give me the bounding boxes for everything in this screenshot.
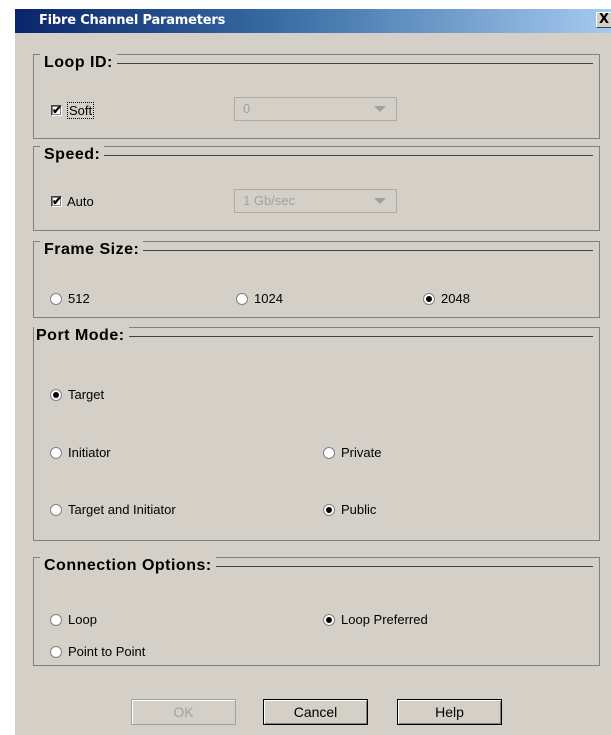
connection-options-legend: Connection Options: xyxy=(40,557,216,575)
check-mark-icon: ✔ xyxy=(52,103,63,117)
soft-checkbox[interactable]: ✔ xyxy=(51,103,63,117)
speed-select-value: 1 Gb/sec xyxy=(243,193,296,208)
radio-unselected-icon[interactable] xyxy=(50,645,62,658)
loop-id-legend: Loop ID: xyxy=(40,54,117,72)
title-bar[interactable]: Fibre Channel Parameters X xyxy=(15,9,611,33)
public-label: Public xyxy=(341,502,377,517)
frame-size-512-label: 512 xyxy=(68,291,90,306)
port-mode-initiator-radio[interactable]: Initiator xyxy=(50,445,111,460)
radio-selected-icon[interactable] xyxy=(423,292,435,305)
group-border xyxy=(40,155,593,156)
help-button[interactable]: Help xyxy=(397,699,502,725)
point-to-point-label: Point to Point xyxy=(68,644,146,659)
target-and-initiator-label: Target and Initiator xyxy=(68,502,176,517)
radio-selected-icon[interactable] xyxy=(50,388,62,401)
radio-dot xyxy=(326,616,332,623)
chevron-down-icon xyxy=(374,106,386,112)
radio-selected-icon[interactable] xyxy=(323,613,335,626)
dialog-window: Fibre Channel Parameters X Loop ID: ✔ So… xyxy=(14,8,611,735)
radio-selected-icon[interactable] xyxy=(323,503,335,516)
radio-unselected-icon[interactable] xyxy=(323,446,335,459)
radio-dot xyxy=(326,506,332,513)
loop-id-select[interactable]: 0 xyxy=(234,97,397,121)
connection-loop-radio[interactable]: Loop xyxy=(50,612,97,627)
connection-point-to-point-radio[interactable]: Point to Point xyxy=(50,644,145,659)
frame-size-group: Frame Size: 512 1024 2048 xyxy=(33,241,600,318)
port-mode-legend: Port Mode: xyxy=(34,327,129,345)
radio-dot xyxy=(53,391,59,398)
radio-unselected-icon[interactable] xyxy=(50,446,62,459)
radio-dot xyxy=(426,295,432,302)
radio-unselected-icon[interactable] xyxy=(50,503,62,516)
auto-checkbox[interactable]: ✔ xyxy=(51,194,63,208)
loop-id-select-value: 0 xyxy=(243,101,251,116)
frame-size-1024-label: 1024 xyxy=(254,291,283,306)
auto-checkbox-row[interactable]: ✔ Auto xyxy=(51,194,94,209)
chevron-down-icon xyxy=(374,198,386,204)
group-border xyxy=(40,63,593,64)
radio-unselected-icon[interactable] xyxy=(50,292,62,305)
speed-legend: Speed: xyxy=(40,146,105,164)
connection-options-group: Connection Options: Loop Point to Point … xyxy=(33,557,600,666)
radio-unselected-icon[interactable] xyxy=(236,292,248,305)
soft-label: Soft xyxy=(67,102,95,119)
loop-id-group: Loop ID: ✔ Soft 0 xyxy=(33,54,600,139)
soft-checkbox-row[interactable]: ✔ Soft xyxy=(51,102,95,119)
cancel-button[interactable]: Cancel xyxy=(263,699,368,725)
port-mode-target-and-initiator-radio[interactable]: Target and Initiator xyxy=(50,502,176,517)
initiator-label: Initiator xyxy=(68,445,111,460)
frame-size-2048-label: 2048 xyxy=(441,291,470,306)
speed-select[interactable]: 1 Gb/sec xyxy=(234,189,397,213)
ok-button[interactable]: OK xyxy=(131,699,236,725)
frame-size-legend: Frame Size: xyxy=(40,241,144,259)
check-mark-icon: ✔ xyxy=(52,194,63,208)
private-label: Private xyxy=(341,445,382,460)
frame-size-512-radio[interactable]: 512 xyxy=(50,291,90,306)
connection-loop-preferred-radio[interactable]: Loop Preferred xyxy=(323,612,428,627)
frame-size-2048-radio[interactable]: 2048 xyxy=(423,291,470,306)
loop-label: Loop xyxy=(68,612,97,627)
window-title: Fibre Channel Parameters xyxy=(39,13,226,28)
frame-size-1024-radio[interactable]: 1024 xyxy=(236,291,283,306)
auto-label: Auto xyxy=(67,194,94,209)
port-mode-private-radio[interactable]: Private xyxy=(323,445,381,460)
radio-unselected-icon[interactable] xyxy=(50,613,62,626)
target-label: Target xyxy=(68,387,105,402)
port-mode-target-radio[interactable]: Target xyxy=(50,387,104,402)
port-mode-group: Port Mode: Target Initiator Target and I… xyxy=(33,327,600,541)
speed-group: Speed: ✔ Auto 1 Gb/sec xyxy=(33,146,600,231)
loop-preferred-label: Loop Preferred xyxy=(341,612,428,627)
close-button[interactable]: X xyxy=(596,12,611,28)
port-mode-public-radio[interactable]: Public xyxy=(323,502,376,517)
